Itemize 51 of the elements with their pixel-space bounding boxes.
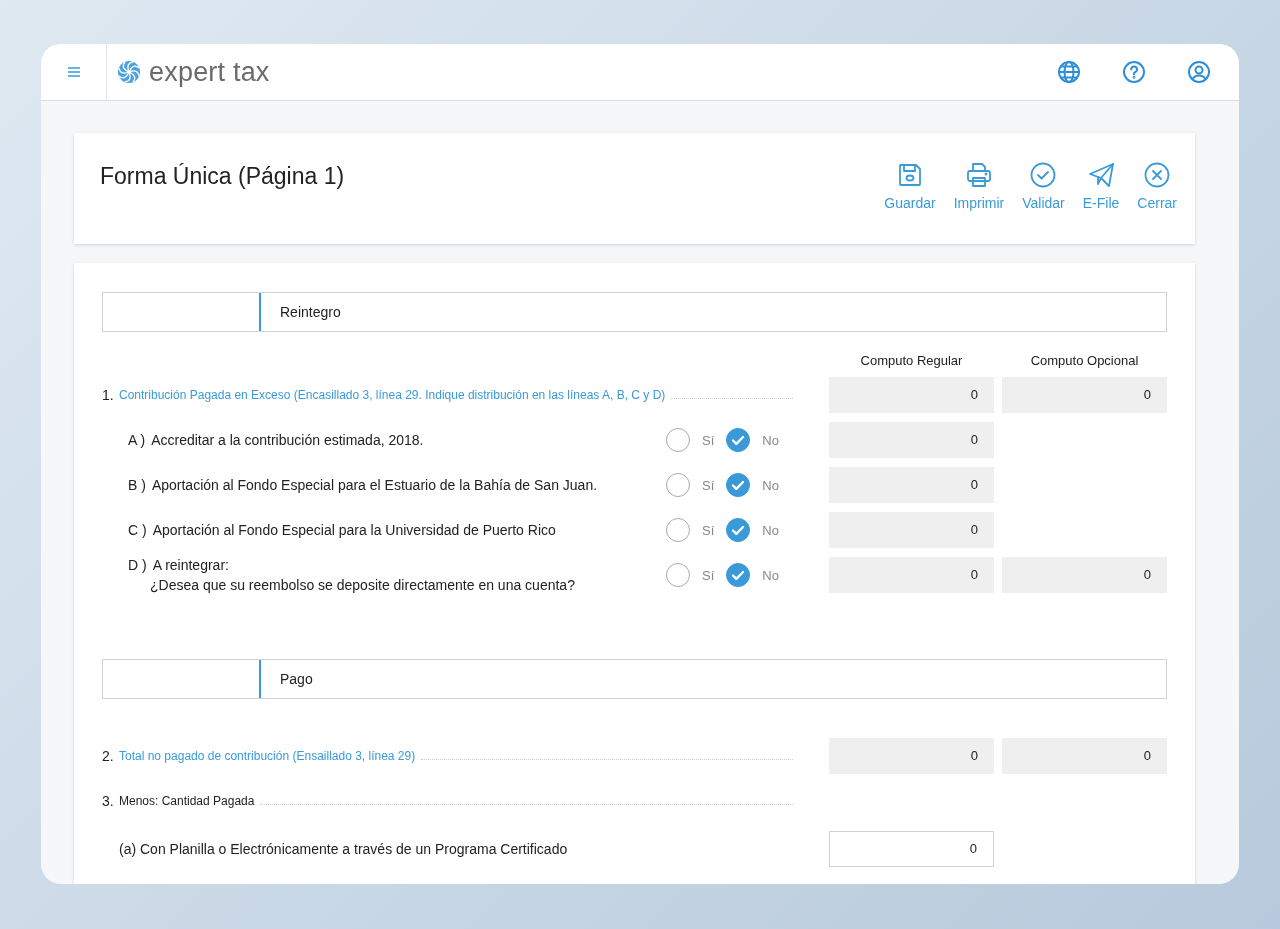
amount-field[interactable]: 0 <box>1002 738 1167 774</box>
line-label: Aportación al Fondo Especial para el Estuario de la Bahía de San Juan. <box>151 477 598 493</box>
swirl-logo-icon <box>117 60 141 84</box>
close-icon <box>1143 161 1172 189</box>
line-label: Accreditar a la contribución estimada, 2018. <box>151 432 424 448</box>
menu-icon <box>67 67 80 77</box>
amount-field[interactable]: 0 <box>1002 557 1167 593</box>
amount-field[interactable]: 0 <box>829 738 994 774</box>
amount-field[interactable]: 0 <box>829 557 994 593</box>
globe-icon[interactable] <box>1055 58 1083 86</box>
option-label: Sí <box>702 432 715 448</box>
input-field[interactable]: 0 <box>829 831 994 867</box>
option-label: Sí <box>702 522 715 538</box>
radio-button[interactable] <box>726 563 751 587</box>
brand-name: expert tax <box>149 56 270 88</box>
line-label: (a) Con Planilla o Electrónicamente a través de un Programa Certificado <box>118 841 568 857</box>
amount-field[interactable]: 0 <box>829 512 994 548</box>
line-letter: D ) <box>128 557 147 573</box>
line-letter: A ) <box>128 432 146 448</box>
user-account-icon[interactable] <box>1185 58 1213 86</box>
line-note: ¿Desea que su reembolso se deposite directamente en una cuenta? <box>149 577 576 593</box>
page-title: Forma Única (Página 1) <box>100 163 345 191</box>
line-label: Menos: Cantidad Pagada <box>119 794 255 808</box>
amount-field[interactable]: 0 <box>829 467 994 503</box>
amount-field[interactable]: 0 <box>1002 377 1167 413</box>
line-letter: C ) <box>128 522 147 538</box>
section-title: Pago <box>280 671 313 687</box>
column-header: Computo Opcional <box>1029 352 1140 368</box>
amount-field[interactable]: 0 <box>829 377 994 413</box>
line-number: 2. <box>102 748 115 764</box>
paper-plane-icon <box>1087 161 1116 189</box>
line-letter: B ) <box>128 477 146 493</box>
option-label: No <box>762 432 779 448</box>
radio-button[interactable] <box>726 518 751 542</box>
option-label: No <box>762 477 779 493</box>
line-number: 1. <box>102 387 115 403</box>
line-label: A reintegrar: <box>152 557 229 573</box>
printer-icon <box>964 161 993 189</box>
line-label: Aportación al Fondo Especial para la Universidad de Puerto Rico <box>152 522 556 538</box>
option-label: Sí <box>702 477 715 493</box>
line-number: 3. <box>102 793 115 809</box>
section-title: Reintegro <box>280 304 341 320</box>
option-label: Sí <box>702 567 715 583</box>
column-header: Computo Regular <box>859 352 964 368</box>
option-label: No <box>762 522 779 538</box>
help-icon[interactable] <box>1120 58 1148 86</box>
radio-button[interactable] <box>726 428 751 452</box>
radio-button[interactable] <box>726 473 751 497</box>
amount-field[interactable]: 0 <box>829 422 994 458</box>
option-label: No <box>762 567 779 583</box>
check-circle-icon <box>1029 161 1058 189</box>
